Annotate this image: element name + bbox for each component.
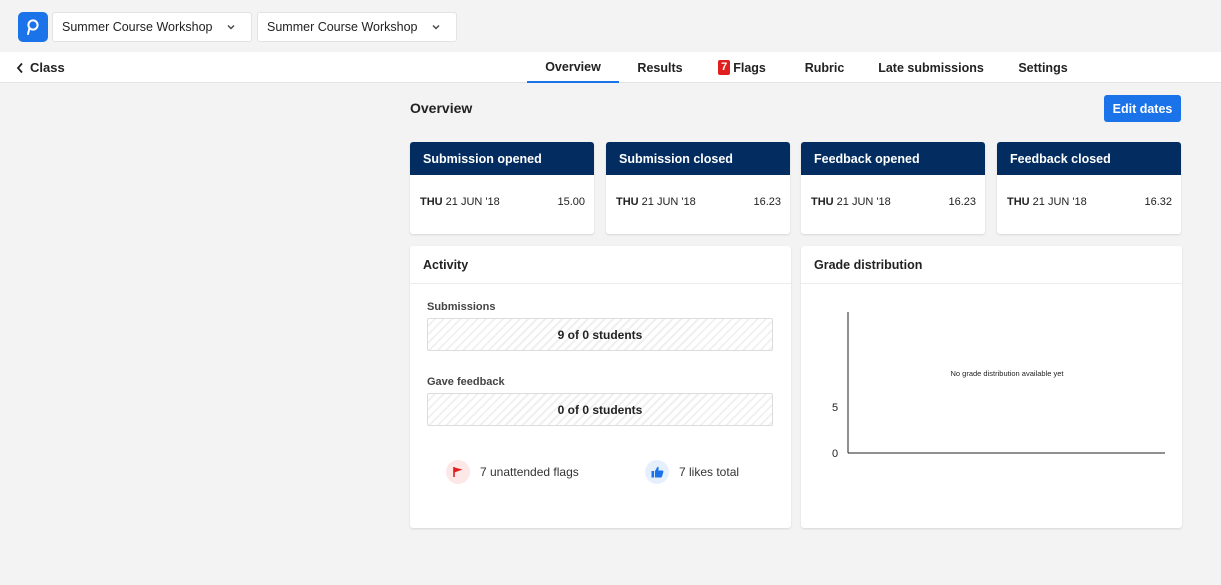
date-card-title: Submission closed: [606, 142, 790, 175]
tab-results[interactable]: Results: [630, 52, 690, 83]
date-card-title: Feedback closed: [997, 142, 1181, 175]
page-title: Overview: [410, 100, 473, 116]
no-data-message: No grade distribution available yet: [951, 369, 1065, 378]
tab-rubric[interactable]: Rubric: [797, 52, 852, 83]
date-card-day: THU: [420, 196, 443, 208]
activity-title: Activity: [410, 246, 791, 284]
edit-dates-button[interactable]: Edit dates: [1104, 95, 1181, 122]
flags-stat-text: 7 unattended flags: [480, 465, 579, 479]
date-card-title: Feedback opened: [801, 142, 985, 175]
submissions-label: Submissions: [427, 301, 496, 313]
grade-distribution-chart: 5 0 No grade distribution available yet: [832, 312, 1165, 460]
date-card-date: THU 21 JUN '18: [616, 196, 696, 208]
app-logo[interactable]: [18, 12, 48, 42]
tab-overview[interactable]: Overview: [527, 52, 619, 83]
date-card-time: 16.23: [948, 196, 976, 208]
date-card-row: THU 21 JUN '18 15.00: [410, 196, 594, 208]
date-card-submission-opened: Submission opened THU 21 JUN '18 15.00: [410, 142, 594, 234]
date-card-time: 16.23: [753, 196, 781, 208]
activity-panel: Activity Submissions 9 of 0 students Gav…: [410, 246, 791, 528]
assignment-select-value: Summer Course Workshop: [267, 20, 418, 34]
course-select[interactable]: Summer Course Workshop: [52, 12, 252, 42]
feedback-value: 0 of 0 students: [557, 402, 643, 417]
chevron-left-icon: [16, 62, 23, 73]
likes-stat-text: 7 likes total: [679, 465, 740, 479]
date-card-date-text: 21 JUN '18: [641, 196, 696, 208]
date-card-title: Submission opened: [410, 142, 594, 175]
assignment-select[interactable]: Summer Course Workshop: [257, 12, 457, 42]
tab-late-submissions[interactable]: Late submissions: [872, 52, 990, 83]
chevron-down-icon: [227, 25, 235, 30]
tab-settings[interactable]: Settings: [1012, 52, 1074, 83]
nav-bar: Class Overview Results 7 Flags Rubric La…: [0, 52, 1221, 83]
logo-icon: [27, 19, 39, 35]
date-card-date: THU 21 JUN '18: [420, 196, 500, 208]
y-tick-5: 5: [832, 402, 838, 414]
date-card-date-text: 21 JUN '18: [836, 196, 891, 208]
tab-label: Flags: [733, 60, 766, 75]
unattended-flags-stat[interactable]: 7 unattended flags: [446, 460, 579, 484]
flag-icon: [446, 460, 470, 484]
y-tick-0: 0: [832, 448, 838, 460]
date-card-submission-closed: Submission closed THU 21 JUN '18 16.23: [606, 142, 790, 234]
date-card-row: THU 21 JUN '18 16.32: [997, 196, 1181, 208]
date-card-feedback-opened: Feedback opened THU 21 JUN '18 16.23: [801, 142, 985, 234]
submissions-value: 9 of 0 students: [557, 327, 643, 342]
chevron-down-icon: [432, 25, 440, 30]
thumbs-up-icon: [645, 460, 669, 484]
date-card-row: THU 21 JUN '18 16.23: [606, 196, 790, 208]
tab-label: Results: [637, 60, 683, 75]
submissions-progress-bar: 9 of 0 students: [427, 318, 773, 351]
date-card-date-text: 21 JUN '18: [445, 196, 500, 208]
tab-label: Rubric: [804, 60, 845, 75]
feedback-progress-bar: 0 of 0 students: [427, 393, 773, 426]
date-card-time: 15.00: [557, 196, 585, 208]
tab-label: Overview: [545, 59, 601, 74]
likes-total-stat[interactable]: 7 likes total: [645, 460, 739, 484]
feedback-label: Gave feedback: [427, 376, 505, 388]
date-card-feedback-closed: Feedback closed THU 21 JUN '18 16.32: [997, 142, 1181, 234]
grade-distribution-title: Grade distribution: [801, 246, 1182, 284]
date-card-date: THU 21 JUN '18: [1007, 196, 1087, 208]
back-to-class-link[interactable]: Class: [16, 60, 65, 75]
date-card-day: THU: [1007, 196, 1030, 208]
date-card-date: THU 21 JUN '18: [811, 196, 891, 208]
date-card-date-text: 21 JUN '18: [1032, 196, 1087, 208]
date-card-time: 16.32: [1144, 196, 1172, 208]
flags-count-badge: 7: [718, 60, 731, 75]
date-card-row: THU 21 JUN '18 16.23: [801, 196, 985, 208]
tab-label: Settings: [1018, 60, 1068, 75]
date-card-day: THU: [811, 196, 834, 208]
tab-flags[interactable]: 7 Flags: [712, 52, 772, 83]
back-label: Class: [30, 60, 65, 75]
top-bar: Summer Course Workshop Summer Course Wor…: [0, 0, 1221, 44]
date-card-day: THU: [616, 196, 639, 208]
course-select-value: Summer Course Workshop: [62, 20, 213, 34]
tab-label: Late submissions: [878, 60, 984, 75]
